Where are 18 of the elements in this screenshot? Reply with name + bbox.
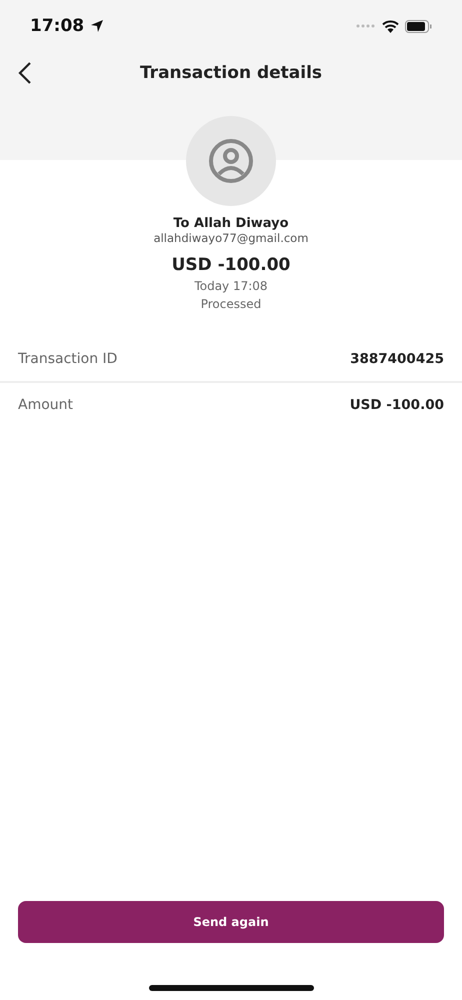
detail-label: Transaction ID [18, 351, 118, 367]
screen-title: Transaction details [140, 63, 322, 83]
signal-dots-icon [356, 24, 376, 28]
status-time: 17:08 [30, 16, 84, 36]
location-arrow-icon [90, 19, 104, 33]
recipient-name: To Allah Diwayo [173, 216, 289, 231]
amount: USD -100.00 [172, 255, 290, 275]
detail-label: Amount [18, 397, 74, 413]
transaction-status: Processed [200, 297, 262, 311]
transaction-date: Today 17:08 [194, 279, 268, 293]
back-icon[interactable] [18, 61, 32, 85]
battery-icon [405, 20, 432, 32]
wifi-icon [382, 20, 399, 32]
detail-value: USD -100.00 [350, 397, 444, 413]
user-icon [208, 138, 254, 184]
detail-value: 3887400425 [350, 351, 444, 367]
recipient-email: allahdiwayo77@gmail.com [154, 231, 308, 245]
send-again-button[interactable]: Send again [18, 901, 444, 943]
